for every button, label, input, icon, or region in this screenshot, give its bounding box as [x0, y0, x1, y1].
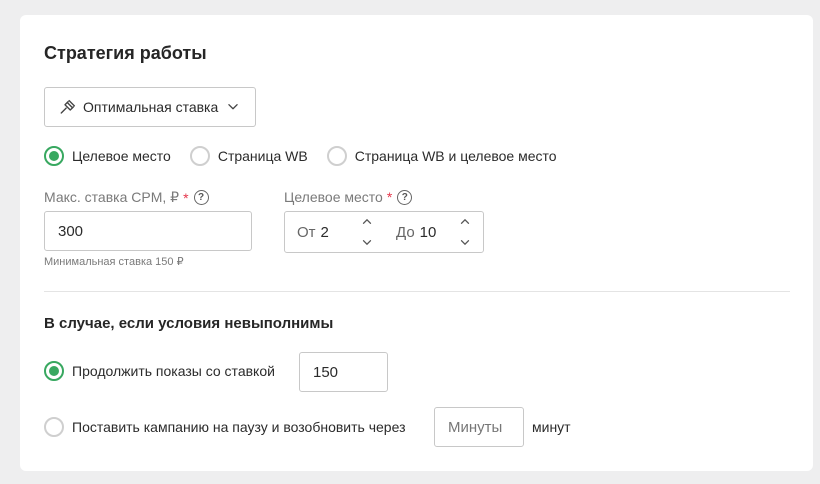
radio-label: Страница WB: [217, 148, 308, 164]
range-to-field[interactable]: До 10: [396, 212, 436, 252]
radio-target-place[interactable]: Целевое место: [44, 146, 171, 166]
from-value: 2: [320, 223, 329, 241]
section-divider: [44, 291, 790, 292]
strategy-title: Стратегия работы: [44, 43, 207, 63]
radio-continue-shows[interactable]: Продолжить показы со ставкой: [44, 361, 275, 381]
continue-bid-input[interactable]: 150: [299, 352, 388, 392]
chevron-down-icon[interactable]: [458, 237, 472, 249]
radio-empty-icon: [326, 146, 347, 166]
from-stepper: [360, 215, 374, 249]
help-icon[interactable]: ?: [193, 190, 209, 205]
radio-wb-page[interactable]: Страница WB: [189, 146, 308, 166]
chevron-up-icon[interactable]: [360, 215, 374, 227]
radio-selected-icon: [44, 361, 64, 381]
radio-pause-campaign[interactable]: Поставить кампанию на паузу и возобновит…: [44, 417, 405, 437]
required-mark: *: [386, 189, 393, 205]
radio-label: Поставить кампанию на паузу и возобновит…: [72, 419, 406, 435]
chevron-up-icon[interactable]: [458, 215, 472, 227]
chevron-down-icon[interactable]: [360, 237, 374, 249]
range-from-field[interactable]: От 2: [297, 212, 329, 252]
target-place-label-text: Целевое место: [284, 189, 383, 205]
chevron-down-icon: [228, 104, 238, 110]
fallback-pause-row: Поставить кампанию на паузу и возобновит…: [44, 417, 405, 437]
pause-minutes-input[interactable]: Минуты: [434, 407, 524, 447]
from-prefix: От: [297, 223, 316, 241]
radio-selected-icon: [44, 146, 64, 166]
radio-label: Целевое место: [72, 148, 171, 164]
placement-radio-group: Целевое место Страница WB Страница WB и …: [44, 146, 576, 166]
max-bid-label: Макс. ставка CPM, ₽ * ?: [44, 189, 209, 206]
to-prefix: До: [396, 223, 415, 241]
gavel-icon: [60, 99, 76, 114]
target-place-range: От 2 До 10: [284, 211, 484, 253]
max-bid-label-text: Макс. ставка CPM, ₽: [44, 189, 180, 205]
radio-wb-page-and-target[interactable]: Страница WB и целевое место: [326, 146, 557, 166]
radio-label: Продолжить показы со ставкой: [72, 363, 275, 379]
help-icon[interactable]: ?: [397, 189, 413, 205]
max-bid-input[interactable]: 300: [44, 211, 252, 251]
to-value: 10: [419, 223, 437, 241]
target-place-label: Целевое место * ?: [284, 189, 413, 205]
required-mark: *: [183, 189, 189, 206]
radio-label: Страница WB и целевое место: [354, 148, 557, 164]
to-stepper: [458, 215, 472, 249]
fallback-title: В случае, если условия невыполнимы: [44, 315, 334, 332]
strategy-mode-dropdown[interactable]: Оптимальная ставка: [44, 87, 256, 127]
fallback-continue-row: Продолжить показы со ставкой: [44, 361, 275, 381]
radio-empty-icon: [189, 146, 210, 166]
strategy-mode-label: Оптимальная ставка: [83, 99, 219, 115]
minutes-unit: минут: [532, 419, 571, 435]
max-bid-hint: Минимальная ставка 150 ₽: [44, 256, 184, 268]
strategy-card: Стратегия работы Оптимальная ставка Целе…: [20, 15, 813, 471]
radio-empty-icon: [44, 417, 64, 437]
